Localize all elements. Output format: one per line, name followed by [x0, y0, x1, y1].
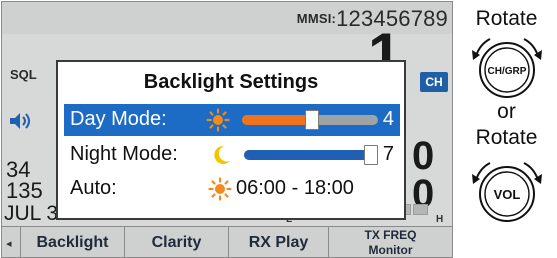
- day-mode-label: Day Mode:: [70, 108, 167, 130]
- sun-icon: [208, 177, 232, 206]
- softkey-left-arrow-icon[interactable]: ◂: [6, 237, 12, 250]
- rotate-instruction-1: Rotate: [475, 7, 538, 30]
- night-mode-label: Night Mode:: [70, 143, 178, 165]
- day-mode-slider-fill: [242, 115, 312, 125]
- sql-label: SQL: [10, 67, 37, 82]
- auto-time-range: 06:00 - 18:00: [236, 177, 354, 199]
- night-mode-row[interactable]: Night Mode: 7: [64, 139, 400, 171]
- day-mode-value: 4: [382, 108, 394, 130]
- rotate-instruction-2: Rotate: [475, 126, 538, 149]
- softkey-label-line1: TX FREQ: [364, 228, 417, 242]
- day-mode-slider[interactable]: [242, 110, 378, 130]
- backlight-settings-dialog: Backlight Settings Day Mode: 4 Night Mod…: [56, 60, 406, 220]
- ch-grp-knob[interactable]: CH/GRP: [468, 34, 546, 105]
- dialog-title: Backlight Settings: [143, 71, 319, 93]
- radio-lcd-screen: MMSI:123456789 1 SQL CH 0 0 34 135 JUL 3…: [1, 1, 453, 258]
- speaker-icon: [8, 110, 34, 137]
- mmsi-label: MMSI:: [296, 11, 337, 26]
- night-mode-slider-thumb[interactable]: [364, 145, 378, 165]
- softkey-label-line2: Monitor: [368, 243, 413, 257]
- knob-label: CH/GRP: [488, 66, 527, 77]
- softkey-tx-freq-monitor[interactable]: TX FREQ Monitor: [328, 227, 452, 257]
- moon-icon: [210, 143, 232, 172]
- day-mode-row[interactable]: Day Mode: 4: [64, 104, 400, 136]
- ch-badge: CH: [420, 72, 448, 92]
- volume-knob[interactable]: VOL: [468, 158, 546, 229]
- meter-segment: [413, 204, 428, 215]
- sun-icon: [206, 108, 230, 137]
- softkey-bar: ◂ Backlight Clarity RX Play TX FREQ Moni…: [2, 226, 452, 257]
- auto-row[interactable]: Auto: 06:00 - 18:00: [64, 173, 400, 205]
- softkey-backlight[interactable]: Backlight: [20, 227, 124, 257]
- left-number-lower: 135: [6, 178, 43, 203]
- night-mode-value: 7: [382, 143, 394, 165]
- auto-label: Auto:: [70, 177, 117, 199]
- or-label: or: [497, 100, 516, 123]
- night-mode-slider-fill: [244, 150, 371, 160]
- softkey-label: RX Play: [248, 234, 309, 251]
- night-mode-slider[interactable]: [244, 145, 378, 165]
- knob-label: VOL: [494, 187, 521, 202]
- day-mode-slider-thumb[interactable]: [305, 110, 319, 130]
- softkey-clarity[interactable]: Clarity: [124, 227, 228, 257]
- softkey-label: Backlight: [36, 234, 109, 251]
- softkey-label: Clarity: [151, 234, 202, 251]
- softkey-rx-play[interactable]: RX Play: [228, 227, 328, 257]
- meter-high-label: H: [436, 214, 444, 225]
